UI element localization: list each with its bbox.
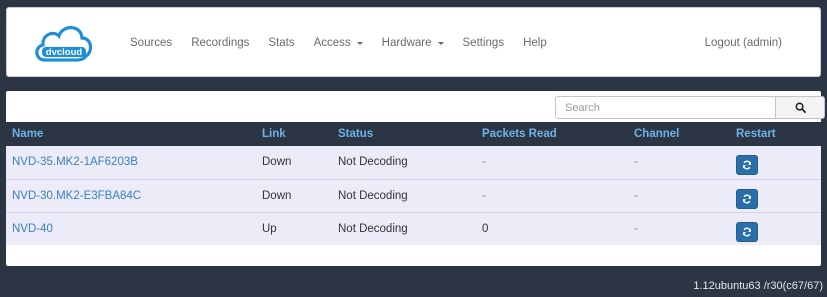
nav-settings[interactable]: Settings	[463, 37, 505, 49]
search-button[interactable]	[775, 96, 825, 119]
table-header-row: Name Link Status Packets Read Channel Re…	[6, 122, 821, 146]
row-restart-cell	[730, 146, 821, 179]
search-icon	[795, 102, 806, 113]
row-channel: -	[634, 156, 638, 169]
dvcloud-logo[interactable]: dvcloud	[31, 20, 95, 66]
col-header-status[interactable]: Status	[332, 122, 476, 146]
nav-access-label: Access	[313, 37, 351, 49]
row-name-link[interactable]: NVD-35.MK2-1AF6203B	[6, 146, 256, 179]
nav-sources-label: Sources	[130, 37, 173, 49]
refresh-icon	[742, 227, 752, 237]
table-row: NVD-30.MK2-E3FBA84C Down Not Decoding - …	[6, 179, 821, 212]
restart-button[interactable]	[736, 188, 758, 209]
decoders-table: Name Link Status Packets Read Channel Re…	[6, 122, 821, 245]
row-link-status: Down	[262, 189, 292, 202]
table-row: NVD-40 Up Not Decoding 0 -	[6, 212, 821, 245]
search-group	[555, 96, 825, 119]
main-nav: Sources Recordings Stats Access Hardware…	[130, 8, 566, 78]
nav-help[interactable]: Help	[523, 37, 547, 49]
row-channel: -	[634, 189, 638, 202]
row-status: Not Decoding	[338, 189, 408, 202]
col-header-channel[interactable]: Channel	[628, 122, 730, 146]
col-header-name[interactable]: Name	[6, 122, 256, 146]
row-link-status: Down	[262, 156, 292, 169]
caret-down-icon	[437, 41, 444, 45]
refresh-icon	[742, 160, 752, 170]
refresh-icon	[742, 194, 752, 203]
row-name-link[interactable]: NVD-30.MK2-E3FBA84C	[6, 179, 256, 212]
nav-settings-label: Settings	[462, 37, 505, 49]
nav-hardware-label: Hardware	[381, 37, 432, 49]
row-restart-cell	[730, 212, 821, 245]
nav-stats-label: Stats	[268, 37, 295, 49]
nav-hardware-dropdown[interactable]: Hardware	[382, 37, 444, 49]
row-status: Not Decoding	[338, 222, 408, 235]
svg-text:dvcloud: dvcloud	[46, 47, 83, 58]
nav-stats[interactable]: Stats	[268, 37, 294, 49]
caret-down-icon	[356, 41, 363, 45]
nav-help-label: Help	[523, 37, 547, 49]
decoders-panel: Name Link Status Packets Read Channel Re…	[6, 91, 825, 266]
col-header-restart[interactable]: Restart	[730, 122, 821, 146]
row-restart-cell	[730, 179, 821, 212]
logout-label: Logout (admin)	[704, 37, 782, 49]
col-header-link[interactable]: Link	[256, 122, 332, 146]
logout-link[interactable]: Logout (admin)	[705, 8, 782, 78]
top-navbar: dvcloud Sources Recordings Stats Access …	[6, 7, 821, 77]
row-packets-read: -	[482, 189, 486, 202]
row-name-link[interactable]: NVD-40	[6, 212, 256, 245]
nav-recordings-label: Recordings	[191, 37, 250, 49]
row-packets-read: 0	[482, 222, 489, 235]
nav-recordings[interactable]: Recordings	[191, 37, 249, 49]
row-link-status: Up	[262, 222, 277, 235]
table-row: NVD-35.MK2-1AF6203B Down Not Decoding - …	[6, 146, 821, 179]
row-status: Not Decoding	[338, 156, 408, 169]
restart-button[interactable]	[736, 155, 758, 176]
search-input[interactable]	[555, 96, 775, 119]
nav-sources[interactable]: Sources	[130, 37, 172, 49]
restart-button[interactable]	[736, 221, 758, 242]
row-packets-read: -	[482, 156, 486, 169]
version-label: 1.12ubuntu63 /r30(c67/67)	[693, 280, 823, 292]
row-channel: -	[634, 222, 638, 235]
nav-access-dropdown[interactable]: Access	[314, 37, 363, 49]
col-header-packets-read[interactable]: Packets Read	[476, 122, 628, 146]
